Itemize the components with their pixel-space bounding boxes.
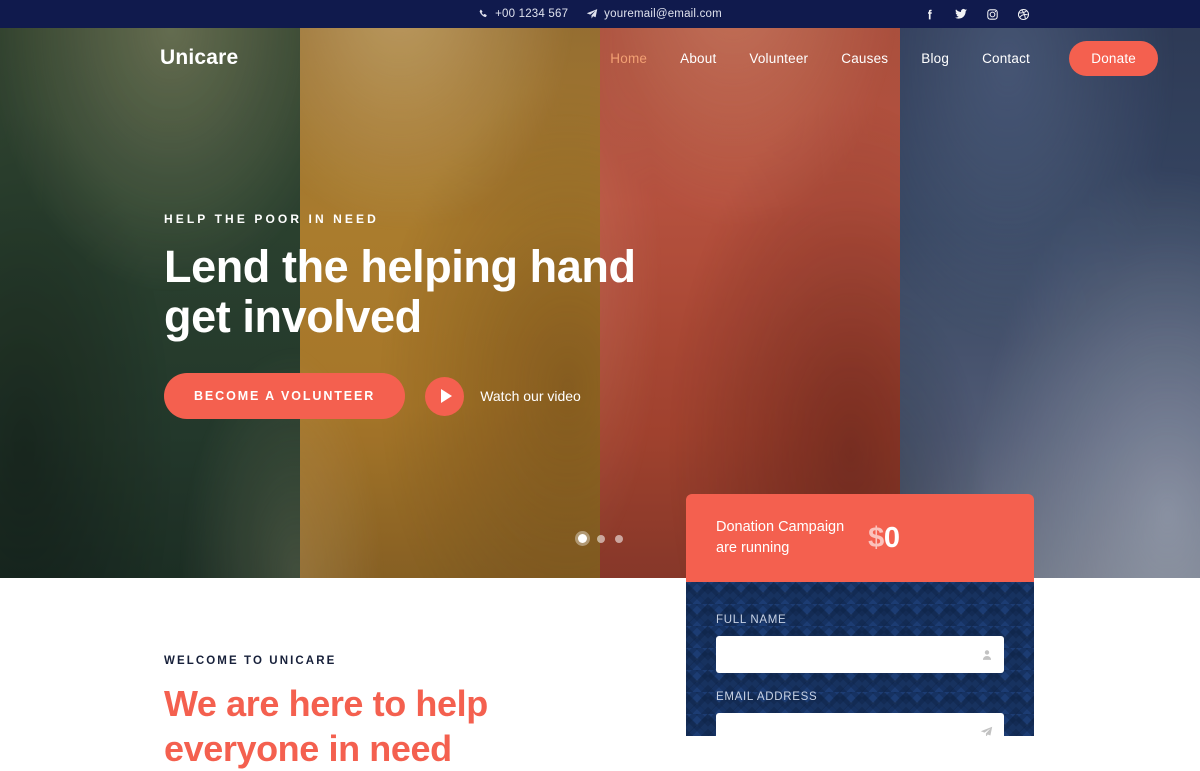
twitter-icon[interactable] (954, 7, 968, 21)
full-name-input[interactable] (716, 636, 1004, 673)
donate-button[interactable]: Donate (1069, 40, 1158, 76)
donation-form: FULL NAME EMAIL ADDRESS (686, 582, 1034, 736)
nav-item-home[interactable]: Home (610, 51, 647, 66)
hero-content: HELP THE POOR IN NEED Lend the helping h… (164, 212, 636, 419)
full-name-label: FULL NAME (716, 614, 787, 626)
topbar-social-group (923, 7, 1030, 21)
welcome-title-line1: We are here to help (164, 683, 488, 724)
topbar-email-text: youremail@email.com (604, 8, 722, 20)
facebook-icon[interactable] (923, 8, 936, 21)
nav-item-causes[interactable]: Causes (841, 51, 888, 66)
send-icon (586, 9, 598, 19)
dribbble-icon[interactable] (1017, 8, 1030, 21)
hero-title: Lend the helping hand get involved (164, 242, 636, 342)
carousel-dot-2[interactable] (597, 534, 605, 543)
welcome-section: WELCOME TO UNICARE We are here to help e… (164, 655, 488, 771)
donation-campaign-card: Donation Campaign are running $0 (686, 494, 1034, 582)
donation-amount-value: 0 (883, 521, 900, 554)
watch-video-label: Watch our video (480, 388, 581, 404)
hero-title-line2: get involved (164, 291, 422, 342)
play-icon (425, 376, 465, 416)
email-address-field-wrap (716, 713, 1004, 736)
phone-icon (479, 9, 487, 17)
donation-campaign-line1: Donation Campaign (716, 519, 845, 535)
carousel-dot-1[interactable] (578, 534, 587, 543)
logo[interactable]: Unicare (160, 46, 238, 70)
welcome-eyebrow: WELCOME TO UNICARE (164, 655, 337, 667)
hero-actions: BECOME A VOLUNTEER Watch our video (164, 373, 636, 419)
carousel-dot-3[interactable] (615, 534, 623, 543)
nav-item-blog[interactable]: Blog (921, 51, 949, 66)
nav-item-about[interactable]: About (680, 51, 716, 66)
hero-title-line1: Lend the helping hand (164, 241, 636, 292)
email-address-label: EMAIL ADDRESS (716, 691, 818, 703)
topbar-email[interactable]: youremail@email.com (586, 8, 722, 20)
donation-amount: $0 (868, 521, 900, 555)
nav-item-contact[interactable]: Contact (982, 51, 1030, 66)
become-volunteer-button[interactable]: BECOME A VOLUNTEER (164, 373, 406, 419)
hero-eyebrow: HELP THE POOR IN NEED (164, 212, 379, 226)
nav-item-volunteer[interactable]: Volunteer (749, 51, 808, 66)
hero-carousel-dots (578, 534, 623, 543)
instagram-icon[interactable] (986, 8, 999, 21)
full-name-field-wrap (716, 636, 1004, 673)
topbar: +00 1234 567 youremail@email.com (0, 0, 1200, 28)
main-nav: Home About Volunteer Causes Blog Contact (610, 51, 1030, 66)
email-address-input[interactable] (716, 713, 1004, 736)
welcome-title: We are here to help everyone in need (164, 681, 488, 771)
donation-campaign-line2: are running (716, 540, 790, 556)
site-header: Unicare Home About Volunteer Causes Blog… (0, 28, 1200, 88)
donation-currency: $ (868, 521, 884, 554)
watch-video-button[interactable]: Watch our video (425, 376, 581, 416)
donation-campaign-text: Donation Campaign are running (716, 517, 844, 559)
welcome-title-line2: everyone in need (164, 728, 452, 769)
topbar-phone-text: +00 1234 567 (495, 8, 569, 20)
topbar-phone[interactable]: +00 1234 567 (478, 8, 568, 20)
